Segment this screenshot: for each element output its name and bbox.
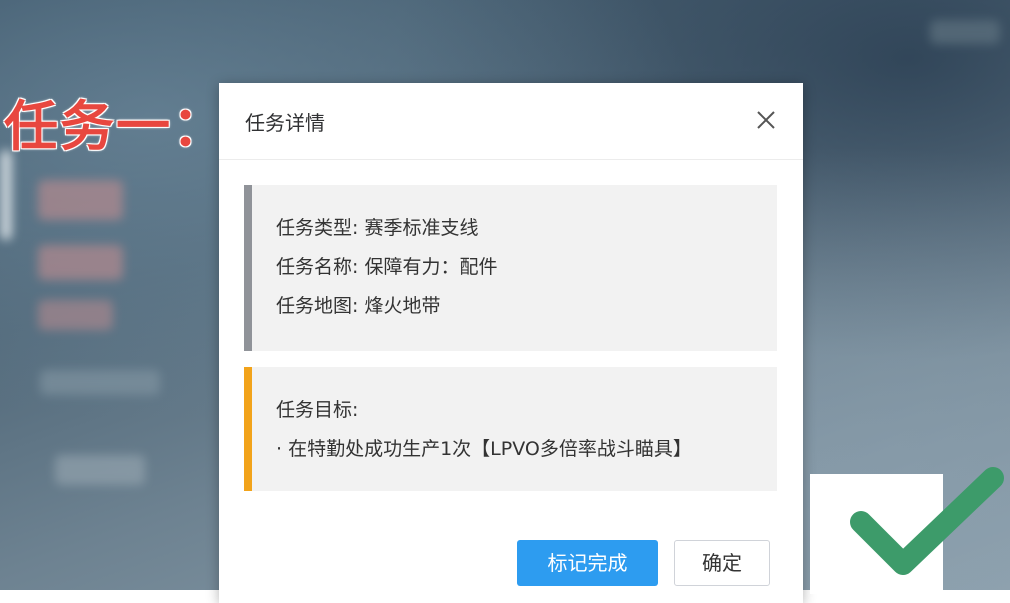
task-number-label: 任务一： bbox=[4, 95, 228, 158]
close-icon bbox=[757, 111, 775, 129]
bg-blur-element bbox=[38, 300, 113, 330]
task-goal-heading: 任务目标: bbox=[276, 399, 359, 421]
checkmark-icon bbox=[850, 467, 1004, 575]
bg-blur-element bbox=[55, 455, 145, 485]
task-goal-item: · 在特勤处成功生产1次【LPVO多倍率战斗瞄具】 bbox=[276, 438, 692, 460]
bg-blur-element bbox=[930, 20, 1000, 44]
task-details-dialog: 任务详情 任务类型: 赛季标准支线 任务名称: 保障有力：配件 任务地图: 烽火… bbox=[219, 83, 803, 603]
bg-blur-element bbox=[38, 180, 123, 220]
task-goal-box: 任务目标: · 在特勤处成功生产1次【LPVO多倍率战斗瞄具】 bbox=[244, 367, 777, 491]
close-button[interactable] bbox=[751, 105, 781, 135]
dialog-header: 任务详情 bbox=[219, 83, 803, 160]
task-name-line: 任务名称: 保障有力：配件 bbox=[276, 256, 498, 278]
confirm-button[interactable]: 确定 bbox=[674, 540, 770, 586]
task-info-box: 任务类型: 赛季标准支线 任务名称: 保障有力：配件 任务地图: 烽火地带 bbox=[244, 185, 777, 351]
bg-blur-element bbox=[40, 370, 160, 395]
dialog-title: 任务详情 bbox=[245, 111, 325, 135]
mark-complete-button[interactable]: 标记完成 bbox=[517, 540, 658, 586]
task-type-line: 任务类型: 赛季标准支线 bbox=[276, 217, 479, 239]
task-map-line: 任务地图: 烽火地带 bbox=[276, 295, 441, 317]
bg-blur-element bbox=[38, 245, 123, 280]
bg-blur-element bbox=[0, 150, 12, 240]
